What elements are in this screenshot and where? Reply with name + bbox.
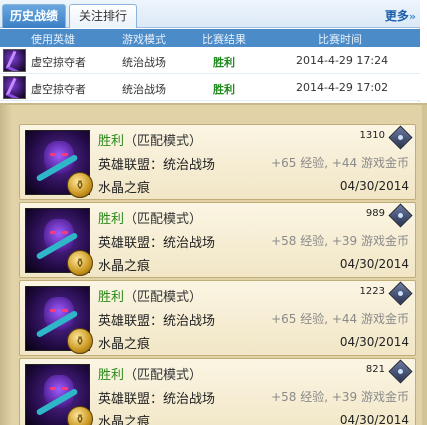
map-label: 统治战场 — [163, 158, 216, 173]
table-row[interactable]: 虚空掠夺者 统治战场 胜利 2014-4-29 17:24 — [0, 47, 420, 74]
match-history-panel: 历史战绩 关注排行 更多» 使用英雄 游戏模式 比赛结果 比赛时间 虚空掠夺者 … — [0, 0, 420, 102]
ip-diamond-icon — [388, 359, 413, 384]
match-map: 英雄联盟：统治战场 — [98, 232, 215, 251]
column-header-hero: 使用英雄 — [31, 33, 75, 46]
match-map: 英雄联盟：统治战场 — [98, 388, 215, 407]
result-label: 胜利 — [98, 134, 125, 149]
ip-value: 1223 — [359, 286, 385, 297]
match-cards-panel: ⚱ 胜利（匹配模式） 英雄联盟：统治战场 水晶之痕 1310 +65 经验, +… — [0, 103, 427, 425]
ip-diamond-icon — [388, 203, 413, 228]
match-rewards: +65 经验, +44 游戏金币 — [271, 312, 409, 326]
row-time: 2014-4-29 17:24 — [296, 54, 389, 67]
match-result: 胜利（匹配模式） — [98, 130, 202, 149]
column-header-result: 比赛结果 — [202, 33, 246, 46]
map-label: 统治战场 — [163, 392, 216, 407]
level-badge-icon: ⚱ — [67, 172, 93, 198]
level-badge-icon: ⚱ — [67, 328, 93, 354]
row-game-mode: 统治战场 — [122, 83, 166, 96]
match-title: 水晶之痕 — [98, 337, 151, 352]
ip-diamond-icon — [388, 281, 413, 306]
row-hero-name: 虚空掠夺者 — [31, 56, 86, 69]
scrollbar[interactable] — [422, 105, 427, 425]
ip-diamond-icon — [388, 125, 413, 150]
column-header-time: 比赛时间 — [318, 33, 362, 46]
map-label: 统治战场 — [163, 236, 216, 251]
level-badge-icon: ⚱ — [67, 250, 93, 276]
ip-value: 821 — [365, 364, 385, 375]
match-card[interactable]: ⚱ 胜利（匹配模式） 英雄联盟：统治战场 水晶之痕 989 +58 经验, +3… — [19, 202, 416, 278]
tab-bar: 历史战绩 关注排行 更多» — [0, 0, 420, 28]
tab-ranking[interactable]: 关注排行 — [69, 4, 137, 28]
hero-avatar-icon — [3, 76, 26, 99]
game-label: 英雄联盟： — [98, 392, 164, 407]
hero-avatar-icon — [3, 49, 26, 72]
match-date: 04/30/2014 — [339, 335, 409, 349]
mode-label: （匹配模式） — [124, 290, 203, 305]
match-map: 英雄联盟：统治战场 — [98, 154, 215, 173]
match-map: 英雄联盟：统治战场 — [98, 310, 215, 329]
result-label: 胜利 — [98, 290, 125, 305]
column-header-mode: 游戏模式 — [122, 33, 166, 46]
mode-label: （匹配模式） — [124, 368, 203, 383]
ip-value: 989 — [365, 208, 385, 219]
match-result: 胜利（匹配模式） — [98, 286, 202, 305]
more-link[interactable]: 更多» — [385, 7, 416, 24]
map-label: 统治战场 — [163, 314, 216, 329]
level-badge-icon: ⚱ — [67, 406, 93, 425]
table-row[interactable]: 虚空掠夺者 统治战场 胜利 2014-4-29 17:02 — [0, 74, 420, 101]
match-title: 水晶之痕 — [98, 181, 151, 196]
result-label: 胜利 — [98, 212, 125, 227]
more-link-label: 更多 — [384, 9, 409, 23]
row-time: 2014-4-29 17:02 — [296, 81, 389, 94]
row-hero-name: 虚空掠夺者 — [31, 83, 86, 96]
match-date: 04/30/2014 — [339, 413, 409, 425]
game-label: 英雄联盟： — [98, 158, 164, 173]
game-label: 英雄联盟： — [98, 236, 164, 251]
tab-history[interactable]: 历史战绩 — [2, 4, 66, 28]
match-date: 04/30/2014 — [339, 257, 409, 271]
row-result: 胜利 — [213, 83, 235, 96]
match-rewards: +65 经验, +44 游戏金币 — [271, 156, 409, 170]
match-rewards: +58 经验, +39 游戏金币 — [271, 390, 409, 404]
game-label: 英雄联盟： — [98, 314, 164, 329]
row-result: 胜利 — [213, 56, 235, 69]
match-result: 胜利（匹配模式） — [98, 208, 202, 227]
double-chevron-right-icon: » — [408, 10, 416, 23]
match-rewards: +58 经验, +39 游戏金币 — [271, 234, 409, 248]
row-game-mode: 统治战场 — [122, 56, 166, 69]
ip-value: 1310 — [359, 130, 385, 141]
match-date: 04/30/2014 — [339, 179, 409, 193]
match-card[interactable]: ⚱ 胜利（匹配模式） 英雄联盟：统治战场 水晶之痕 1223 +65 经验, +… — [19, 280, 416, 356]
mode-label: （匹配模式） — [124, 134, 203, 149]
match-card[interactable]: ⚱ 胜利（匹配模式） 英雄联盟：统治战场 水晶之痕 821 +58 经验, +3… — [19, 358, 416, 425]
match-card[interactable]: ⚱ 胜利（匹配模式） 英雄联盟：统治战场 水晶之痕 1310 +65 经验, +… — [19, 124, 416, 200]
match-result: 胜利（匹配模式） — [98, 364, 202, 383]
table-header: 使用英雄 游戏模式 比赛结果 比赛时间 — [0, 29, 420, 47]
mode-label: （匹配模式） — [124, 212, 203, 227]
match-title: 水晶之痕 — [98, 415, 151, 425]
result-label: 胜利 — [98, 368, 125, 383]
match-title: 水晶之痕 — [98, 259, 151, 274]
